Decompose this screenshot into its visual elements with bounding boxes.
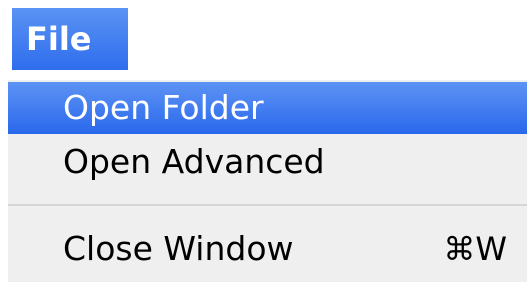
menu-item-open-advanced[interactable]: Open Advanced — [8, 136, 527, 188]
menu-bar: File — [0, 0, 527, 72]
menu-item-label: Close Window — [63, 229, 294, 268]
file-menu-title[interactable]: File — [12, 8, 128, 70]
menu-item-label: Open Advanced — [63, 142, 325, 181]
menu-item-close-window[interactable]: Close Window ⌘W — [8, 223, 527, 275]
file-dropdown-menu: Open Folder Open Advanced Close Window ⌘… — [8, 80, 527, 282]
keyboard-shortcut: ⌘W — [443, 230, 507, 268]
menu-separator — [8, 204, 527, 206]
menu-item-label: Open Folder — [63, 88, 264, 127]
menu-item-open-folder[interactable]: Open Folder — [8, 82, 527, 134]
